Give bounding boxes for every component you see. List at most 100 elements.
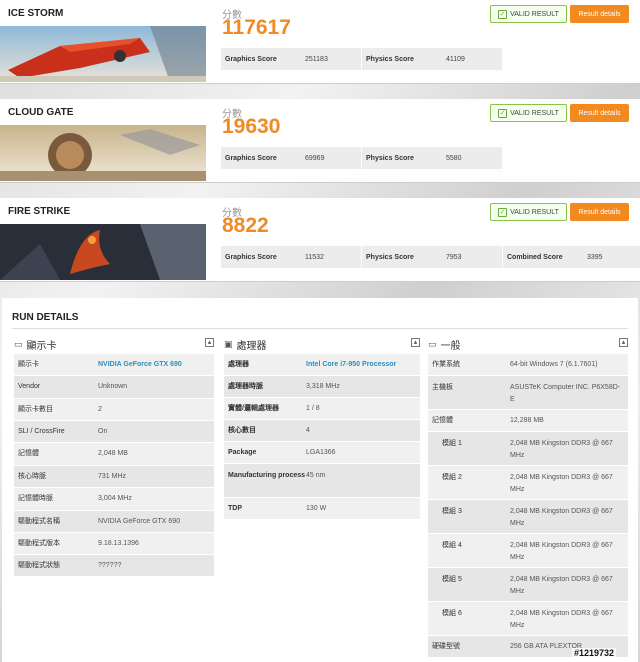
detail-value[interactable]: NVIDIA GeForce GTX 690 [98, 359, 210, 371]
checkmark-icon: ✓ [498, 108, 508, 118]
detail-row: Package LGA1366 [224, 442, 420, 464]
detail-row: 記憶體時脈 3,004 MHz [14, 488, 214, 511]
detail-row: Manufacturing process 45 nm [224, 464, 420, 498]
physics-score-value: 5580 [446, 154, 462, 162]
gpu-section: ▭ 顯示卡 ▴ 顯示卡 NVIDIA GeForce GTX 690 Vendor U… [14, 334, 214, 577]
chip-icon: ▣ [224, 338, 233, 349]
detail-key: Package [228, 449, 257, 456]
valid-result-label: VALID RESULT [510, 10, 559, 18]
benchmark-name: ICE STORM [8, 8, 64, 19]
cloud-gate-panel: CLOUD GATE 分數 19630 Graphics Score 69969… [0, 99, 640, 183]
physics-score-cell: Physics Score 5580 [362, 147, 502, 169]
graphics-score-label: Graphics Score [225, 55, 277, 63]
detail-row: SLI / CrossFire On [14, 421, 214, 443]
collapse-icon[interactable]: ▴ [205, 338, 214, 347]
detail-row: TDP 130 W [224, 498, 420, 520]
detail-row: 顯示卡數目 2 [14, 399, 214, 421]
graphics-score-value: 251183 [305, 55, 328, 63]
collapse-icon[interactable]: ▴ [411, 338, 420, 347]
result-details-button[interactable]: Result details [570, 203, 629, 221]
detail-value: 2,048 MB [98, 450, 128, 457]
detail-key: 模組 1 [442, 440, 462, 447]
physics-score-cell: Physics Score 41109 [362, 48, 502, 70]
detail-key: 顯示卡 [18, 361, 39, 368]
valid-result-badge[interactable]: ✓ VALID RESULT [490, 104, 567, 122]
detail-row: 核心時脈 731 MHz [14, 466, 214, 488]
graphics-score-value: 11532 [305, 253, 324, 261]
gpu-section-header: ▭ 顯示卡 ▴ [14, 334, 214, 354]
detail-row: 顯示卡 NVIDIA GeForce GTX 690 [14, 354, 214, 376]
graphics-score-cell: Graphics Score 11532 [221, 246, 361, 268]
detail-key: SLI / CrossFire [18, 428, 65, 435]
detail-key: 記憶體 [432, 417, 453, 424]
detail-key: 模組 4 [442, 542, 462, 549]
graphics-score-label: Graphics Score [225, 253, 277, 261]
detail-key: 主機板 [432, 384, 453, 391]
detail-value[interactable]: Intel Core i7-950 Processor [306, 359, 416, 371]
detail-key: 硬碟型號 [432, 643, 460, 650]
fire-strike-panel: FIRE STRIKE 分數 8822 Graphics Score 11532… [0, 198, 640, 282]
watermark: #1219732 [572, 648, 617, 658]
valid-result-badge[interactable]: ✓ VALID RESULT [490, 203, 567, 221]
divider [12, 328, 628, 329]
detail-value: 2,048 MB Kingston DDR3 @ 667 MHz [510, 474, 613, 493]
result-details-button[interactable]: Result details [570, 5, 629, 23]
detail-row: 驅動程式名稱 NVIDIA GeForce GTX 690 [14, 511, 214, 533]
detail-row: 主機板 ASUSTeK Computer INC. P6X58D-E [428, 376, 628, 410]
detail-key: Vendor [18, 383, 41, 390]
combined-score-label: Combined Score [507, 253, 563, 261]
detail-key: 核心數目 [228, 427, 256, 434]
detail-value: 3,318 MHz [306, 383, 340, 390]
detail-row: 模組 2 2,048 MB Kingston DDR3 @ 667 MHz [428, 466, 628, 500]
detail-row: 模組 1 2,048 MB Kingston DDR3 @ 667 MHz [428, 432, 628, 466]
detail-value: LGA1366 [306, 449, 336, 456]
sub-scores: Graphics Score 11532 Physics Score 7953 … [221, 246, 640, 268]
detail-key: Manufacturing process [228, 472, 306, 479]
detail-value: 130 W [306, 505, 327, 512]
ice-storm-thumbnail [0, 26, 206, 82]
sub-scores: Graphics Score 251183 Physics Score 4110… [221, 48, 502, 70]
valid-result-badge[interactable]: ✓ VALID RESULT [490, 5, 567, 23]
detail-row: 記憶體 12,288 MB [428, 410, 628, 432]
collapse-icon[interactable]: ▴ [619, 338, 628, 347]
physics-score-label: Physics Score [366, 253, 414, 261]
benchmark-name: CLOUD GATE [8, 107, 74, 118]
detail-value: 2,048 MB Kingston DDR3 @ 667 MHz [510, 542, 613, 561]
monitor-icon: ▭ [14, 338, 23, 349]
detail-row: 驅動程式狀態?????? [14, 555, 214, 577]
detail-value: 2,048 MB Kingston DDR3 @ 667 MHz [510, 508, 613, 527]
cpu-section: ▣ 處理器 ▴ 處理器 Intel Core i7-950 Processor 處理… [224, 334, 420, 520]
detail-value: 64-bit Windows 7 (6.1.7601) [510, 361, 598, 368]
physics-score-label: Physics Score [366, 55, 414, 63]
detail-row: 處理器 Intel Core i7-950 Processor [224, 354, 420, 376]
ice-storm-panel: ICE STORM 分數 117617 Graphics Score 25118… [0, 0, 640, 84]
detail-row: 模組 4 2,048 MB Kingston DDR3 @ 667 MHz [428, 534, 628, 568]
physics-score-value: 7953 [446, 253, 462, 261]
detail-value: 731 MHz [98, 473, 127, 480]
result-details-button[interactable]: Result details [570, 104, 629, 122]
detail-row: 模組 5 2,048 MB Kingston DDR3 @ 667 MHz [428, 568, 628, 602]
cpu-section-title: 處理器 [236, 340, 267, 352]
graphics-score-label: Graphics Score [225, 154, 277, 162]
detail-key: 模組 5 [442, 576, 462, 583]
detail-key: 處理器 [228, 361, 249, 368]
detail-key: 實體/邏輯處理器 [228, 405, 279, 412]
checkmark-icon: ✓ [498, 207, 508, 217]
general-rows: 作業系統 64-bit Windows 7 (6.1.7601) 主機板 ASUSTe… [428, 354, 628, 658]
benchmark-name: FIRE STRIKE [8, 206, 71, 217]
detail-value: ?????? [98, 562, 122, 569]
detail-row: Vendor Unknown [14, 376, 214, 399]
graphics-score-cell: Graphics Score 69969 [221, 147, 361, 169]
overall-score: 19630 [222, 115, 281, 138]
detail-row: 作業系統 64-bit Windows 7 (6.1.7601) [428, 354, 628, 376]
valid-result-label: VALID RESULT [510, 208, 559, 216]
general-section-title: 一般 [440, 340, 461, 352]
detail-key: 處理器時脈 [228, 383, 263, 390]
detail-value: 2 [98, 406, 102, 413]
detail-row: 模組 6 2,048 MB Kingston DDR3 @ 667 MHz [428, 602, 628, 636]
detail-value: 2,048 MB Kingston DDR3 @ 667 MHz [510, 576, 613, 595]
sub-scores: Graphics Score 69969 Physics Score 5580 [221, 147, 502, 169]
detail-row: 處理器時脈 3,318 MHz [224, 376, 420, 398]
gpu-section-title: 顯示卡 [26, 340, 57, 352]
graphics-score-cell: Graphics Score 251183 [221, 48, 361, 70]
